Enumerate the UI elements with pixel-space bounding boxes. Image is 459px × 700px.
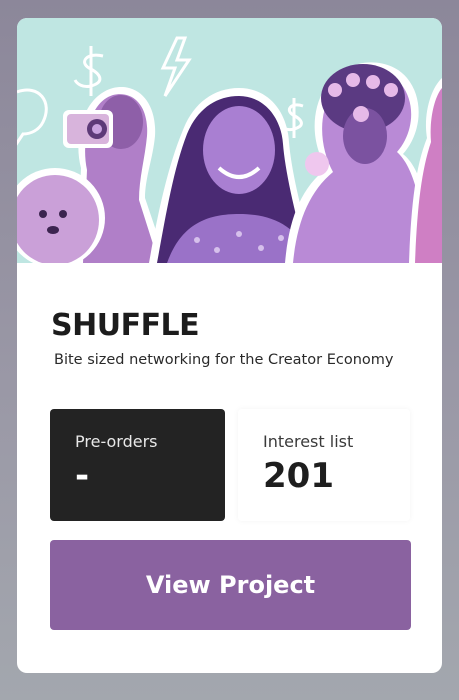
project-card: SHUFFLE Bite sized networking for the Cr… <box>17 18 442 673</box>
interest-list-value: 201 <box>263 456 334 496</box>
speech-bubble-icon <box>17 88 48 146</box>
view-project-button[interactable]: View Project <box>50 540 411 630</box>
preorders-value: - <box>75 456 90 496</box>
interest-list-stat: Interest list 201 <box>238 409 410 521</box>
hero-collage <box>17 36 442 263</box>
hero-image <box>17 18 442 263</box>
project-subtitle: Bite sized networking for the Creator Ec… <box>54 352 394 368</box>
project-title: SHUFFLE <box>51 308 200 343</box>
lightning-icon <box>160 36 192 97</box>
preorders-label: Pre-orders <box>75 432 158 451</box>
interest-list-label: Interest list <box>263 432 354 451</box>
dollar-icon <box>73 46 104 96</box>
preorders-stat: Pre-orders - <box>50 409 225 521</box>
